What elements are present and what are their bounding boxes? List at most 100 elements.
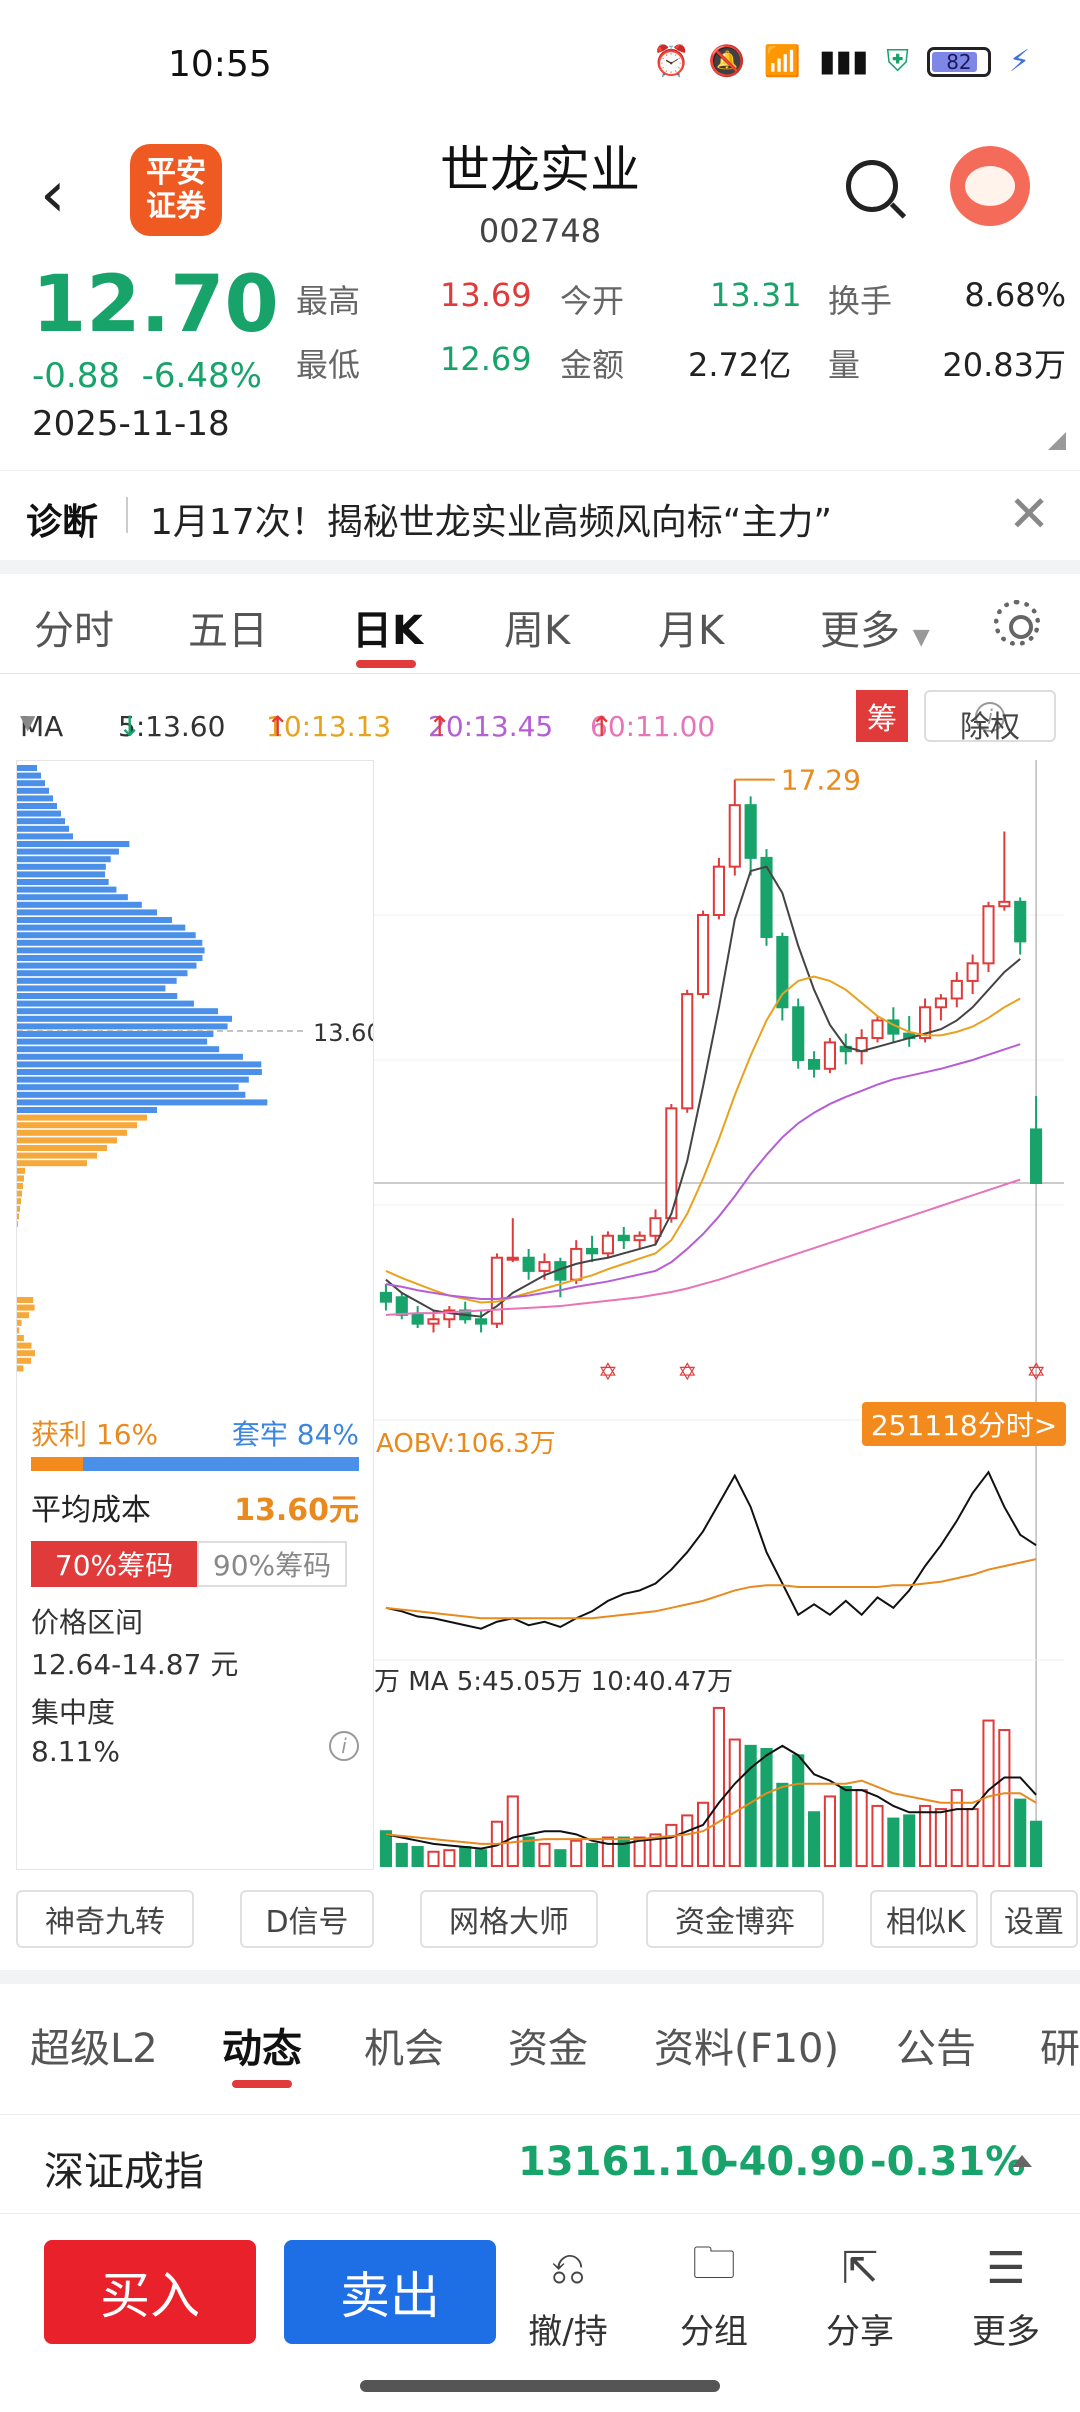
tool-fund-game[interactable]: 资金博弈 xyxy=(646,1890,824,1948)
chip-bar xyxy=(17,1000,194,1007)
search-icon[interactable] xyxy=(846,160,898,212)
chip-bar xyxy=(17,1190,22,1197)
candle xyxy=(823,1038,837,1074)
tool-similar-k[interactable]: 相似K xyxy=(870,1890,978,1948)
active-tab-indicator xyxy=(356,660,416,668)
buy-button[interactable]: 买入 xyxy=(44,2240,256,2344)
chip-bar xyxy=(17,1342,32,1349)
tool-grid-master[interactable]: 网格大师 xyxy=(420,1890,598,1948)
volume-bar xyxy=(696,1801,710,1868)
candle-body xyxy=(411,1313,424,1325)
tab-more[interactable]: 更多 ▼ xyxy=(820,598,930,656)
tool-settings[interactable]: 设置 xyxy=(990,1890,1078,1948)
candle-body xyxy=(490,1256,504,1325)
share-button[interactable]: ⇱ 分享 xyxy=(800,2242,920,2353)
toggle-70-percent[interactable]: 70%筹码 xyxy=(31,1541,197,1587)
volume-bar xyxy=(823,1795,837,1868)
chip-bar xyxy=(17,1175,24,1182)
candle xyxy=(982,901,995,973)
chip-bar xyxy=(17,962,197,969)
cancel-hold-button[interactable]: ⎌ 撤/持 xyxy=(508,2242,628,2353)
tab-five-day[interactable]: 五日 xyxy=(188,598,268,656)
candle-body xyxy=(871,1019,884,1040)
chip-bar xyxy=(17,1304,35,1311)
tab-news[interactable]: 动态 xyxy=(222,2016,302,2074)
gear-icon[interactable] xyxy=(994,600,1040,646)
volume-bar xyxy=(411,1846,424,1867)
volume-bar xyxy=(728,1738,741,1867)
tab-f10[interactable]: 资料(F10) xyxy=(654,2016,839,2074)
mascot-icon xyxy=(965,166,1015,206)
candle xyxy=(807,1051,821,1078)
stock-code: 002748 xyxy=(478,212,602,250)
candle xyxy=(728,779,741,876)
kline-chart[interactable]: 17.29 ✡ ✡ ✡ AOBV:106.3万万 MA 5:45.05万 10:40.4… xyxy=(374,760,1064,1870)
tab-super-l2[interactable]: 超级L2 xyxy=(30,2016,158,2074)
chip-bar xyxy=(17,810,61,817)
chip-bar xyxy=(17,939,203,946)
chevron-down-icon: ▼ xyxy=(20,710,36,734)
candle-body xyxy=(712,865,726,916)
chip-bar xyxy=(17,1069,262,1075)
volume-bar xyxy=(934,1808,948,1867)
candle xyxy=(871,1016,884,1043)
index-ticker[interactable]: 深证成指 13161.10 -40.90 -0.31% xyxy=(0,2114,1080,2214)
tab-research[interactable]: 研 xyxy=(1040,2016,1080,2074)
volume-bar xyxy=(807,1811,821,1867)
chip-bar xyxy=(17,993,178,999)
avatar[interactable] xyxy=(950,146,1030,226)
quote-stats: 最高 13.69 今开 13.31 换手 8.68% 最低 12.69 金额 2… xyxy=(296,276,1066,404)
volume-bar xyxy=(871,1804,884,1868)
volume-bar xyxy=(760,1748,773,1867)
concentration-label: 集中度 xyxy=(31,1696,116,1729)
status-icons: ⏰ 🔕 📶 ▮▮▮ ⛨ 82 ⚡ xyxy=(653,44,1030,79)
close-icon[interactable]: ✕ xyxy=(1008,485,1050,543)
candle xyxy=(379,1284,393,1311)
tool-magic-nine[interactable]: 神奇九转 xyxy=(16,1890,194,1948)
candle-body xyxy=(633,1234,646,1242)
tab-intraday[interactable]: 分时 xyxy=(34,598,114,656)
diagnosis-text[interactable]: 1月17次！揭秘世龙实业高频风向标“主力” xyxy=(150,493,832,545)
volume-bar xyxy=(395,1842,408,1868)
expand-corner-icon[interactable] xyxy=(1048,432,1066,450)
mute-icon: 🔕 xyxy=(708,44,746,79)
index-change: -40.90 xyxy=(722,2139,866,2185)
chevron-down-icon: ▼ xyxy=(912,625,930,650)
candle-body xyxy=(617,1234,630,1242)
tab-funds[interactable]: 资金 xyxy=(508,2016,588,2074)
chevron-up-icon[interactable] xyxy=(1012,2155,1032,2167)
candle xyxy=(459,1301,472,1324)
tab-opportunity[interactable]: 机会 xyxy=(364,2016,444,2074)
candle xyxy=(776,932,789,1021)
chip-bar xyxy=(17,1319,22,1326)
more-button[interactable]: ☰ 更多 xyxy=(946,2242,1066,2353)
tab-monthly-k[interactable]: 月K xyxy=(658,598,724,656)
sell-button[interactable]: 卖出 xyxy=(284,2240,496,2344)
avg-cost-value: 13.60元 xyxy=(234,1493,359,1528)
tab-weekly-k[interactable]: 周K xyxy=(504,598,570,656)
chip-bar xyxy=(17,1099,268,1106)
info-icon[interactable]: i xyxy=(329,1731,359,1761)
candle xyxy=(760,849,773,946)
volume-bar xyxy=(855,1789,868,1867)
candle-body xyxy=(681,993,694,1110)
chip-distribution-panel: 13.60 获利 16% 套牢 84% 平均成本 13.60元 70%筹码 90… xyxy=(16,760,374,1870)
diagnosis-bar[interactable]: 诊断 1月17次！揭秘世龙实业高频风向标“主力” ✕ xyxy=(0,470,1080,560)
candle xyxy=(633,1231,646,1249)
tool-d-signal[interactable]: D信号 xyxy=(240,1890,374,1948)
intraday-link-badge[interactable]: 251118分时> xyxy=(862,1402,1066,1446)
volume-bar xyxy=(918,1804,932,1868)
turnover-value: 8.68% xyxy=(964,276,1066,314)
chip-bar xyxy=(17,1046,220,1053)
group-button[interactable]: 🗀 分组 xyxy=(654,2238,774,2353)
charging-icon: ⚡ xyxy=(1008,44,1030,79)
chip-bar xyxy=(17,818,65,825)
tab-announcements[interactable]: 公告 xyxy=(896,2016,976,2074)
ex-rights-button[interactable]: i 除权 xyxy=(924,690,1056,745)
chip-distribution-button[interactable]: 筹 xyxy=(856,690,908,742)
toggle-90-percent[interactable]: 90%筹码 xyxy=(197,1541,347,1587)
chip-bar xyxy=(17,970,188,977)
candle xyxy=(617,1226,630,1249)
chip-bar xyxy=(17,1152,97,1159)
tab-daily-k[interactable]: 日K xyxy=(352,598,423,656)
